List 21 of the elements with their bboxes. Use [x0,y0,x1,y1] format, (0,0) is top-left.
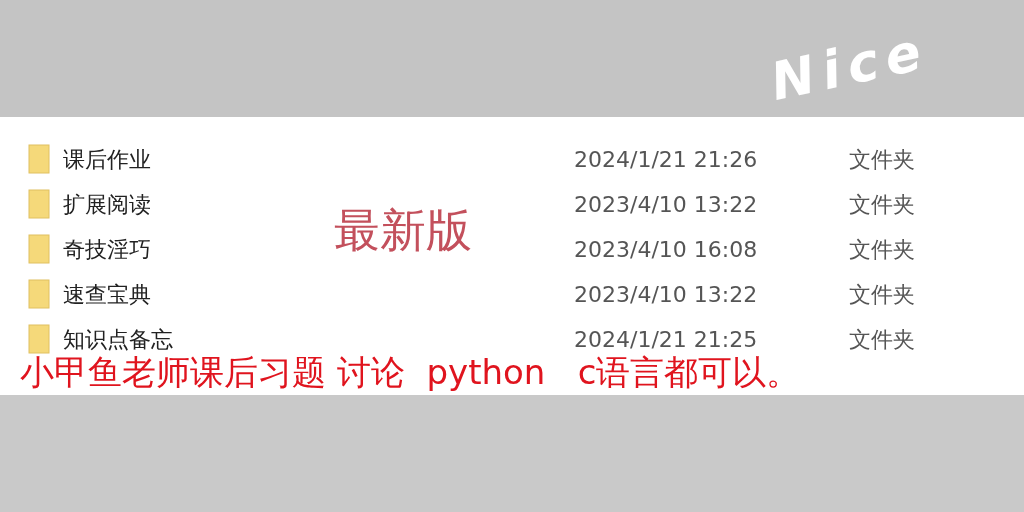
modified-date: 2024/1/21 21:26 [574,145,759,174]
modified-date: 2023/4/10 13:22 [574,280,759,309]
folder-icon [28,189,50,219]
modified-date: 2024/1/21 21:25 [574,325,759,354]
overlay-label: 最新版 [334,207,472,253]
file-type: 文件夹 [849,190,915,219]
file-name[interactable]: 课后作业 [63,142,543,176]
sticker-text: Nice [766,24,934,108]
file-type: 文件夹 [849,145,915,174]
caption: 小甲鱼老师课后习题 讨论 python c语言都可以。 [20,355,801,389]
file-type: 文件夹 [849,325,915,354]
folder-icon [28,234,50,264]
file-type: 文件夹 [849,235,915,264]
file-name[interactable]: 速查宝典 [63,277,543,311]
file-name[interactable]: 知识点备忘 [63,322,543,356]
modified-date: 2023/4/10 13:22 [574,190,759,219]
folder-icon [28,144,50,174]
folder-icon [28,324,50,354]
file-type: 文件夹 [849,280,915,309]
modified-date: 2023/4/10 16:08 [574,235,759,264]
folder-icon [28,279,50,309]
